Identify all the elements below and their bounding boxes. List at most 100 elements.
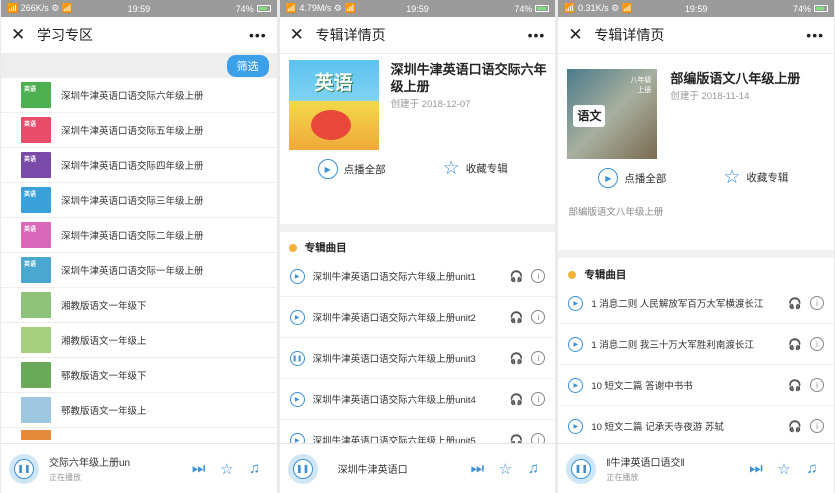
list-item[interactable]: 英语 深圳牛津英语口语交际一年级上册 <box>1 253 277 288</box>
album-date: 创建于 2018-11-14 <box>670 91 750 102</box>
play-icon[interactable]: ▶ <box>568 418 584 434</box>
playlist-icon[interactable]: ♫ <box>519 460 547 477</box>
filter-bar: 筛选 <box>1 54 277 78</box>
info-icon[interactable]: i <box>531 269 546 283</box>
pause-icon[interactable]: ❚❚ <box>289 350 305 366</box>
more-icon[interactable]: ••• <box>528 27 546 43</box>
list-item[interactable]: 英语 深圳牛津英语口语交际五年级上册 <box>1 113 277 148</box>
playlist-icon[interactable]: ♫ <box>798 460 826 477</box>
info-icon[interactable]: i <box>531 310 546 324</box>
track-row[interactable]: ❚❚ 深圳牛津英语口语交际六年级上册unit3 🎧 i <box>279 338 556 379</box>
collect-album-label: 收藏专辑 <box>746 172 789 184</box>
list-item[interactable]: 鄂教版语文一年级下 <box>1 358 277 393</box>
battery-icon <box>256 5 271 12</box>
info-icon[interactable]: i <box>810 337 825 351</box>
next-track-icon[interactable]: ⏭ <box>742 460 770 477</box>
collect-album-button[interactable]: ☆ 收藏专辑 <box>723 168 788 187</box>
info-icon[interactable]: i <box>810 378 825 392</box>
section-title: 专辑曲目 <box>584 269 627 281</box>
headphones-icon[interactable]: 🎧 <box>505 311 527 324</box>
star-icon: ☆ <box>442 158 460 179</box>
pause-button[interactable]: ❚❚ <box>287 453 318 484</box>
next-track-icon[interactable]: ⏭ <box>463 460 491 477</box>
headphones-icon[interactable]: 🎧 <box>505 270 527 283</box>
list-item[interactable]: 英语 深圳牛津英语口语交际四年级上册 <box>1 148 277 183</box>
play-icon[interactable]: ▶ <box>568 336 584 352</box>
close-icon[interactable]: ✕ <box>290 25 312 45</box>
track-row[interactable]: ▶ 1 消息二则 我三十万大军胜利南渡长江 🎧 i <box>558 324 835 365</box>
track-row[interactable]: ▶ 深圳牛津英语口语交际六年级上册unit1 🎧 i <box>279 256 556 297</box>
pause-button[interactable]: ❚❚ <box>566 453 597 484</box>
collect-album-button[interactable]: ☆ 收藏专辑 <box>443 159 508 178</box>
playlist-icon[interactable]: ♫ <box>241 460 269 477</box>
book-cover-thumbnail: 英语 <box>21 117 51 143</box>
list-item[interactable]: 英语 深圳牛津英语口语交际三年级上册 <box>1 183 277 218</box>
headphones-icon[interactable]: 🎧 <box>784 379 806 392</box>
list-item[interactable]: 鄂教版语文一年级上 <box>1 393 277 428</box>
track-row[interactable]: ▶ 1 消息二则 人民解放军百万大军横渡长江 🎧 i <box>558 283 835 324</box>
info-icon[interactable]: i <box>810 296 825 310</box>
play-all-button[interactable]: ▶ 点播全部 <box>598 168 666 188</box>
headphones-icon[interactable]: 🎧 <box>505 393 527 406</box>
play-icon[interactable]: ▶ <box>289 391 305 407</box>
album-cover: 八年级 上册 语文 <box>567 69 658 159</box>
close-icon[interactable]: ✕ <box>568 25 590 45</box>
favorite-list-icon[interactable]: ☆ <box>213 460 241 478</box>
list-item[interactable]: 湘教版语文一年级下 <box>1 288 277 323</box>
track-name: 1 消息二则 人民解放军百万大军横渡长江 <box>591 299 764 310</box>
track-row[interactable]: ▶ 深圳牛津英语口语交际六年级上册unit2 🎧 i <box>279 297 556 338</box>
play-icon[interactable]: ▶ <box>289 268 305 284</box>
player-track-title: 深圳牛津英语口 <box>337 465 408 476</box>
divider <box>558 250 835 258</box>
track-row[interactable]: ▶ 10 短文二篇 答谢中书书 🎧 i <box>558 365 835 406</box>
play-icon[interactable]: ▶ <box>289 309 305 325</box>
thumbnail-label: 英语 <box>24 192 37 198</box>
close-icon[interactable]: ✕ <box>11 25 33 45</box>
info-icon[interactable]: i <box>531 351 546 365</box>
list-item[interactable]: 英语 深圳牛津英语口语交际六年级上册 <box>1 78 277 113</box>
list-item-label: 湘教版语文一年级下 <box>61 301 147 312</box>
book-cover-thumbnail <box>21 362 51 388</box>
status-bar: 📶 0.31K/s ⚙ 📶 19:59 74% <box>558 0 835 17</box>
book-cover-thumbnail: 英语 <box>21 152 51 178</box>
book-cover-thumbnail <box>21 327 51 353</box>
filter-button[interactable]: 筛选 <box>226 55 269 77</box>
list-item[interactable]: 英语 深圳牛津英语口语交际二年级上册 <box>1 218 277 253</box>
track-row[interactable]: ▶ 深圳牛津英语口语交际六年级上册unit4 🎧 i <box>279 379 556 420</box>
play-icon[interactable]: ▶ <box>568 377 584 393</box>
headphones-icon[interactable]: 🎧 <box>784 420 806 433</box>
book-cover-thumbnail: 英语 <box>21 257 51 283</box>
headphones-icon[interactable]: 🎧 <box>784 338 806 351</box>
play-icon[interactable]: ▶ <box>568 295 584 311</box>
pause-icon: ❚❚ <box>292 458 313 479</box>
more-icon[interactable]: ••• <box>806 27 824 43</box>
info-icon[interactable]: i <box>810 419 825 433</box>
favorite-list-icon[interactable]: ☆ <box>491 460 519 478</box>
album-cover: 英语 <box>288 60 379 150</box>
list-item-label: 鄂教版语文一年级下 <box>61 371 147 382</box>
play-icon: ▶ <box>598 168 619 188</box>
headphones-icon[interactable]: 🎧 <box>784 297 806 310</box>
collect-album-label: 收藏专辑 <box>465 163 508 175</box>
screen-album-detail-english: 📶 4.79M/s ⚙ 📶 19:59 74% ✕ 专辑详情页 ••• 英语 深… <box>279 0 556 493</box>
cover-decoration <box>310 110 351 140</box>
info-icon[interactable]: i <box>531 392 546 406</box>
title-bar: ✕ 专辑详情页 ••• <box>279 17 556 54</box>
next-track-icon[interactable]: ⏭ <box>185 460 213 477</box>
more-icon[interactable]: ••• <box>249 27 267 43</box>
list-item-label: 湘教版语文一年级上 <box>61 336 147 347</box>
favorite-list-icon[interactable]: ☆ <box>770 460 798 478</box>
track-row[interactable]: ▶ 10 短文二篇 记承天寺夜游 苏轼 🎧 i <box>558 406 835 447</box>
book-cover-thumbnail: 英语 <box>21 82 51 108</box>
pause-button[interactable]: ❚❚ <box>9 453 39 484</box>
track-name: 深圳牛津英语口语交际六年级上册unit2 <box>312 313 476 324</box>
play-all-button[interactable]: ▶ 点播全部 <box>317 159 386 179</box>
mini-player: ❚❚ ‖牛津英语口语交‖ 正在播放 ⏭ ☆ ♫ <box>558 443 835 493</box>
track-name: 深圳牛津英语口语交际六年级上册unit4 <box>312 395 476 406</box>
star-icon: ☆ <box>723 167 741 188</box>
headphones-icon[interactable]: 🎧 <box>505 352 527 365</box>
player-track-title: ‖牛津英语口语交‖ <box>606 458 685 469</box>
section-header: 专辑曲目 <box>288 240 347 255</box>
list-item-label: 深圳牛津英语口语交际二年级上册 <box>61 231 204 242</box>
list-item[interactable]: 湘教版语文一年级上 <box>1 323 277 358</box>
